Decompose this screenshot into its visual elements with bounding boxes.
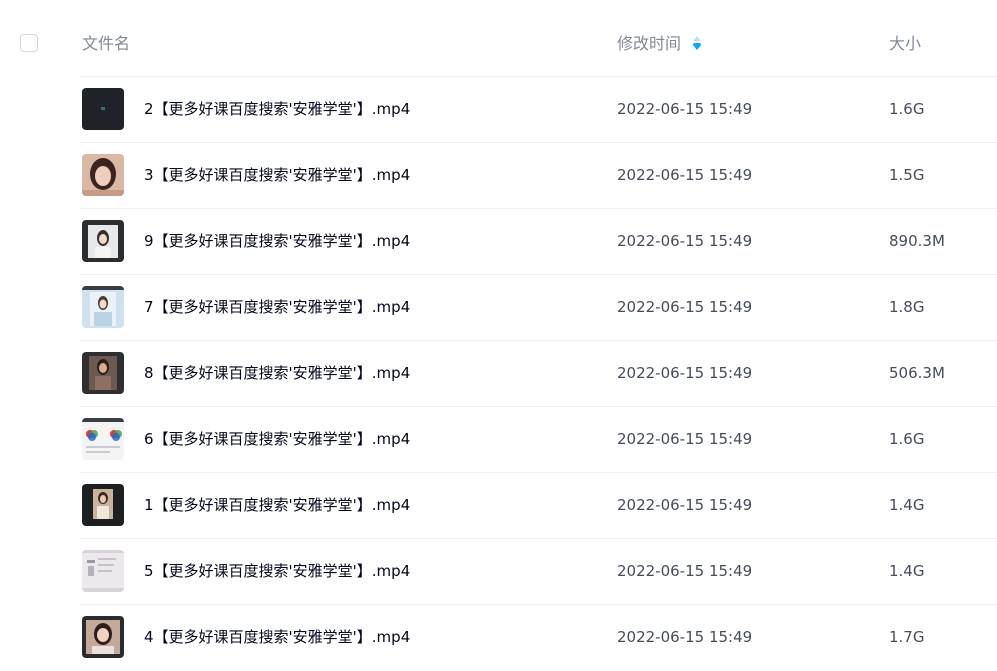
file-size: 506.3M — [889, 364, 945, 382]
column-header-filename[interactable]: 文件名 — [82, 33, 130, 55]
file-modified-time: 2022-06-15 15:49 — [617, 100, 753, 118]
video-thumbnail — [82, 154, 124, 196]
video-thumbnail — [82, 616, 124, 658]
file-row[interactable]: 3【更多好课百度搜索'安雅学堂'】.mp4 2022-06-15 15:49 1… — [0, 143, 997, 209]
file-name[interactable]: 8【更多好课百度搜索'安雅学堂'】.mp4 — [144, 362, 410, 384]
file-modified-time: 2022-06-15 15:49 — [617, 364, 753, 382]
file-size: 890.3M — [889, 232, 945, 250]
file-name[interactable]: 1【更多好课百度搜索'安雅学堂'】.mp4 — [144, 494, 410, 516]
file-modified-time: 2022-06-15 15:49 — [617, 166, 753, 184]
video-thumbnail — [82, 352, 124, 394]
file-name[interactable]: 2【更多好课百度搜索'安雅学堂'】.mp4 — [144, 98, 410, 120]
select-all-checkbox[interactable] — [20, 34, 38, 52]
file-name[interactable]: 7【更多好课百度搜索'安雅学堂'】.mp4 — [144, 296, 410, 318]
file-name[interactable]: 3【更多好课百度搜索'安雅学堂'】.mp4 — [144, 164, 410, 186]
file-size: 1.6G — [889, 100, 925, 118]
video-thumbnail — [82, 484, 124, 526]
file-row[interactable]: 6【更多好课百度搜索'安雅学堂'】.mp4 2022-06-15 15:49 1… — [0, 407, 997, 473]
column-header-modified-time[interactable]: 修改时间 — [617, 33, 681, 55]
file-row[interactable]: 9【更多好课百度搜索'安雅学堂'】.mp4 2022-06-15 15:49 8… — [0, 209, 997, 275]
file-name[interactable]: 9【更多好课百度搜索'安雅学堂'】.mp4 — [144, 230, 410, 252]
video-thumbnail — [82, 550, 124, 592]
file-modified-time: 2022-06-15 15:49 — [617, 430, 753, 448]
video-thumbnail — [82, 88, 124, 130]
file-size: 1.8G — [889, 298, 925, 316]
video-thumbnail — [82, 220, 124, 262]
video-thumbnail — [82, 286, 124, 328]
file-modified-time: 2022-06-15 15:49 — [617, 298, 753, 316]
file-modified-time: 2022-06-15 15:49 — [617, 496, 753, 514]
column-header-size[interactable]: 大小 — [889, 33, 921, 55]
file-modified-time: 2022-06-15 15:49 — [617, 628, 753, 646]
file-row[interactable]: 5【更多好课百度搜索'安雅学堂'】.mp4 2022-06-15 15:49 1… — [0, 539, 997, 605]
file-row[interactable]: 1【更多好课百度搜索'安雅学堂'】.mp4 2022-06-15 15:49 1… — [0, 473, 997, 539]
file-size: 1.5G — [889, 166, 925, 184]
file-size: 1.7G — [889, 628, 925, 646]
file-modified-time: 2022-06-15 15:49 — [617, 562, 753, 580]
file-size: 1.4G — [889, 562, 925, 580]
file-row[interactable]: 8【更多好课百度搜索'安雅学堂'】.mp4 2022-06-15 15:49 5… — [0, 341, 997, 407]
file-row[interactable]: 4【更多好课百度搜索'安雅学堂'】.mp4 2022-06-15 15:49 1… — [0, 605, 997, 671]
file-name[interactable]: 6【更多好课百度搜索'安雅学堂'】.mp4 — [144, 428, 410, 450]
file-name[interactable]: 4【更多好课百度搜索'安雅学堂'】.mp4 — [144, 626, 410, 648]
file-row[interactable]: 2【更多好课百度搜索'安雅学堂'】.mp4 2022-06-15 15:49 1… — [0, 77, 997, 143]
file-size: 1.4G — [889, 496, 925, 514]
file-list-header: 文件名 修改时间 大小 — [0, 0, 997, 76]
file-modified-time: 2022-06-15 15:49 — [617, 232, 753, 250]
sort-descending-icon[interactable] — [692, 35, 702, 51]
file-size: 1.6G — [889, 430, 925, 448]
file-name[interactable]: 5【更多好课百度搜索'安雅学堂'】.mp4 — [144, 560, 410, 582]
video-thumbnail — [82, 418, 124, 460]
file-row[interactable]: 7【更多好课百度搜索'安雅学堂'】.mp4 2022-06-15 15:49 1… — [0, 275, 997, 341]
